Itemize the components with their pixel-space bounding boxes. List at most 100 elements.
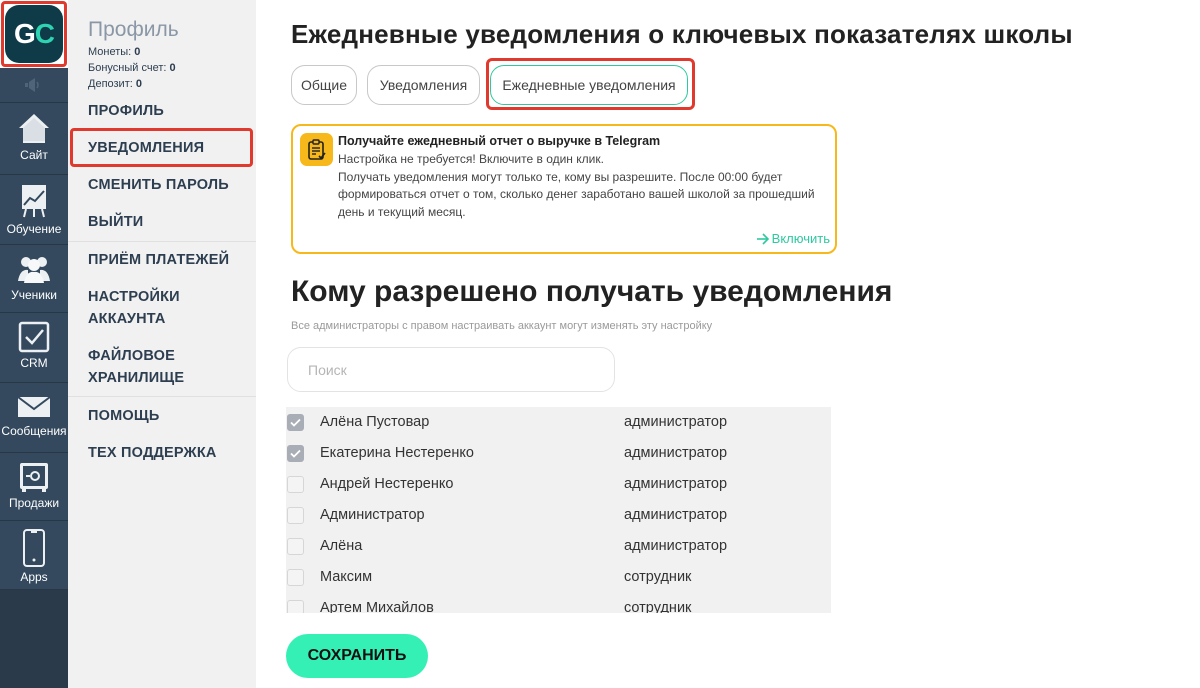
tab-notifications[interactable]: Уведомления bbox=[367, 65, 480, 105]
user-checkbox[interactable] bbox=[287, 507, 304, 524]
sidebar-item-file-storage[interactable]: ФАЙЛОВОЕ ХРАНИЛИЩЕ bbox=[88, 345, 184, 389]
tab-general[interactable]: Общие bbox=[291, 65, 357, 105]
logo-highlight-frame bbox=[1, 1, 67, 67]
rail-item-site[interactable]: Сайт bbox=[0, 103, 68, 175]
promo-title: Получайте ежедневный отчет о выручке в T… bbox=[338, 134, 661, 148]
sidebar-item-logout[interactable]: ВЫЙТИ bbox=[88, 211, 143, 233]
sidebar-item-label: ХРАНИЛИЩЕ bbox=[88, 370, 185, 386]
user-checkbox[interactable] bbox=[287, 476, 304, 493]
user-checkbox[interactable] bbox=[287, 538, 304, 555]
list-item[interactable]: Максим сотрудник bbox=[286, 562, 831, 593]
user-role: администратор bbox=[624, 507, 728, 523]
rail-item-label: Сайт bbox=[20, 148, 48, 162]
promo-line: Настройка не требуется! Включите в один … bbox=[338, 152, 604, 166]
recipients-title: Кому разрешено получать уведомления bbox=[291, 275, 893, 308]
stat-value: 0 bbox=[134, 46, 141, 58]
check-icon bbox=[290, 449, 301, 458]
rail-item-label: CRM bbox=[20, 356, 48, 370]
enable-link-label: Включить bbox=[771, 231, 830, 246]
rail-item-learning[interactable]: Обучение bbox=[0, 175, 68, 245]
rail-item-messages[interactable]: Сообщения bbox=[0, 383, 68, 453]
promo-line: Получать уведомления могут только те, ко… bbox=[338, 169, 815, 219]
sidebar-title: Профиль bbox=[88, 18, 179, 41]
list-item[interactable]: Администратор администратор bbox=[286, 500, 831, 531]
list-item[interactable]: Алёна Пустовар администратор bbox=[286, 407, 831, 438]
sidebar-item-change-password[interactable]: СМЕНИТЬ ПАРОЛЬ bbox=[88, 174, 229, 196]
rail-item-label: Сообщения bbox=[1, 424, 67, 438]
user-name: Администратор bbox=[320, 507, 425, 523]
search-input[interactable] bbox=[287, 347, 615, 392]
chart-board-icon bbox=[22, 185, 46, 218]
stat-value: 0 bbox=[135, 78, 142, 90]
checkbox-icon bbox=[18, 321, 50, 353]
rail-filler bbox=[0, 590, 68, 688]
telegram-promo-card: Получайте ежедневный отчет о выручке в T… bbox=[291, 124, 837, 254]
arrow-right-icon bbox=[756, 232, 769, 245]
stat-coins: Монеты: 0 bbox=[88, 46, 140, 58]
user-role: администратор bbox=[624, 414, 728, 430]
promo-text: Настройка не требуется! Включите в один … bbox=[338, 151, 833, 221]
sidebar-item-support[interactable]: ТЕХ ПОДДЕРЖКА bbox=[88, 442, 217, 464]
stat-label: Монеты: bbox=[88, 46, 135, 58]
user-role: администратор bbox=[624, 476, 728, 492]
sidebar-item-help[interactable]: ПОМОЩЬ bbox=[88, 405, 159, 427]
check-icon bbox=[290, 418, 301, 427]
stat-value: 0 bbox=[169, 62, 176, 74]
sidebar-item-label: НАСТРОЙКИ bbox=[88, 289, 180, 305]
rail-item-label: Продажи bbox=[8, 496, 60, 510]
save-button[interactable]: СОХРАНИТЬ bbox=[286, 634, 428, 678]
user-checkbox[interactable] bbox=[287, 445, 304, 462]
icon-rail: GC Сайт Обучение Ученики CRM Сообщения П… bbox=[0, 0, 68, 688]
notifications-highlight-frame bbox=[70, 128, 253, 167]
user-checkbox[interactable] bbox=[287, 414, 304, 431]
user-name: Екатерина Нестеренко bbox=[320, 445, 474, 461]
stat-label: Бонусный счет: bbox=[88, 62, 170, 74]
rail-item-crm[interactable]: CRM bbox=[0, 313, 68, 383]
rail-item-apps[interactable]: Apps bbox=[0, 521, 68, 590]
users-icon bbox=[18, 257, 50, 283]
user-role: администратор bbox=[624, 538, 728, 554]
rail-item-label: Apps bbox=[20, 570, 48, 584]
stat-label: Депозит: bbox=[88, 78, 136, 90]
sound-toggle[interactable] bbox=[0, 68, 68, 103]
list-item[interactable]: Екатерина Нестеренко администратор bbox=[286, 438, 831, 469]
list-item[interactable]: Артем Михайлов сотрудник bbox=[286, 593, 831, 613]
sidebar-item-profile[interactable]: ПРОФИЛЬ bbox=[88, 100, 164, 122]
stat-deposit: Депозит: 0 bbox=[88, 78, 142, 90]
logo[interactable]: GC bbox=[0, 0, 68, 68]
sidebar-item-label: ФАЙЛОВОЕ bbox=[88, 348, 176, 364]
user-name: Артем Михайлов bbox=[320, 600, 434, 613]
user-name: Максим bbox=[320, 569, 373, 585]
user-checkbox[interactable] bbox=[287, 569, 304, 586]
envelope-icon bbox=[17, 396, 51, 417]
sidebar-divider bbox=[68, 396, 256, 397]
users-list[interactable]: Алёна Пустовар администратор Екатерина Н… bbox=[286, 407, 831, 613]
sidebar-item-payments[interactable]: ПРИЁМ ПЛАТЕЖЕЙ bbox=[88, 249, 229, 271]
profile-sidebar: Профиль Монеты: 0 Бонусный счет: 0 Депоз… bbox=[68, 0, 256, 688]
sidebar-item-label: АККАУНТА bbox=[88, 311, 166, 327]
enable-link[interactable]: Включить bbox=[756, 231, 830, 246]
daily-tab-highlight-frame bbox=[486, 58, 695, 110]
sidebar-item-account-settings[interactable]: НАСТРОЙКИ АККАУНТА bbox=[88, 286, 180, 330]
user-name: Андрей Нестеренко bbox=[320, 476, 454, 492]
user-role: администратор bbox=[624, 445, 728, 461]
safe-icon bbox=[20, 463, 48, 492]
user-checkbox[interactable] bbox=[287, 600, 304, 613]
rail-item-label: Ученики bbox=[11, 288, 57, 302]
rail-item-sales[interactable]: Продажи bbox=[0, 453, 68, 521]
user-name: Алёна bbox=[320, 538, 363, 554]
rail-item-label: Обучение bbox=[6, 222, 62, 236]
list-item[interactable]: Андрей Нестеренко администратор bbox=[286, 469, 831, 500]
house-icon bbox=[19, 114, 49, 143]
user-role: сотрудник bbox=[624, 569, 692, 585]
recipients-subtitle: Все администраторы с правом настраивать … bbox=[291, 320, 713, 332]
user-role: сотрудник bbox=[624, 600, 692, 613]
page-title: Ежедневные уведомления о ключевых показа… bbox=[291, 19, 1073, 49]
speaker-icon bbox=[25, 78, 39, 92]
clipboard-check-icon bbox=[300, 133, 333, 166]
rail-item-students[interactable]: Ученики bbox=[0, 245, 68, 313]
app: GC Сайт Обучение Ученики CRM Сообщения П… bbox=[0, 0, 1200, 688]
phone-icon bbox=[23, 529, 45, 567]
list-item[interactable]: Алёна администратор bbox=[286, 531, 831, 562]
user-name: Алёна Пустовар bbox=[320, 414, 430, 430]
